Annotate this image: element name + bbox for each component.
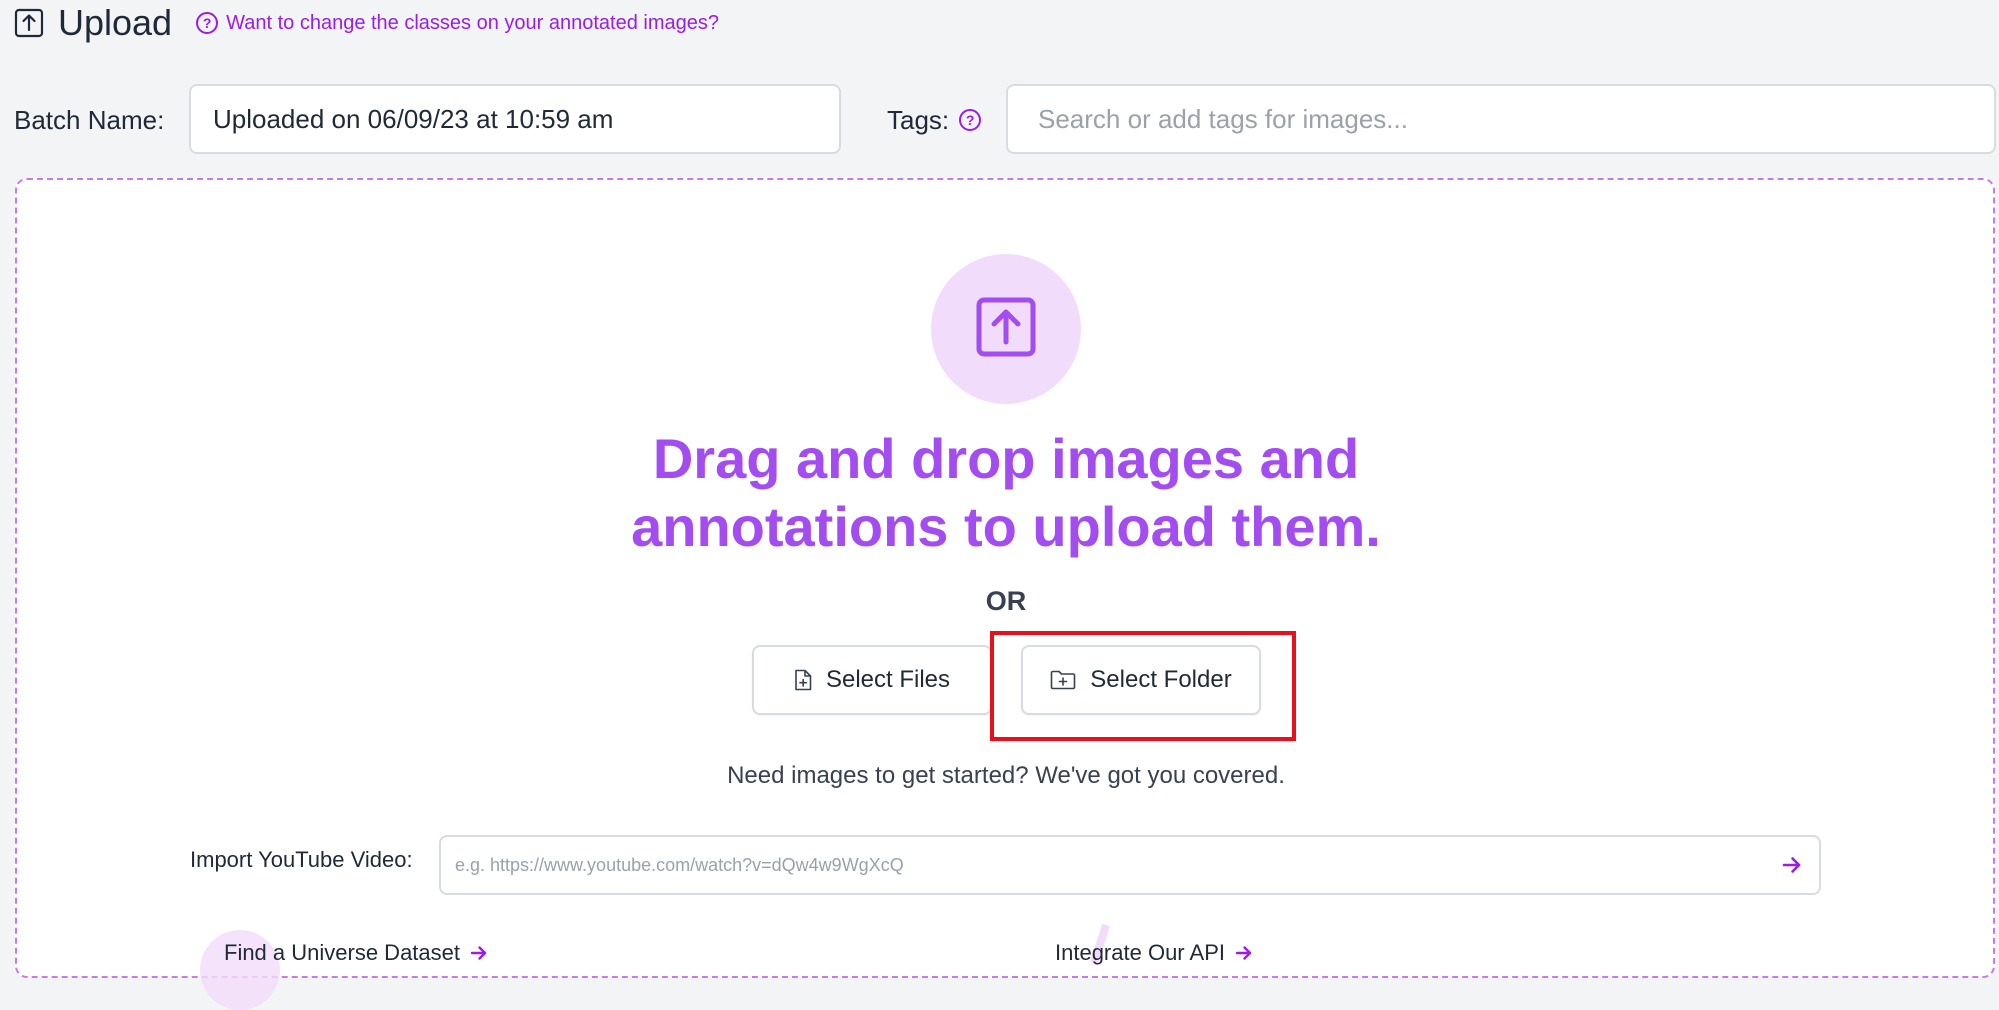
tags-label-group: Tags: ? (887, 84, 982, 156)
tags-label: Tags: (887, 104, 950, 135)
select-files-button[interactable]: Select Files (752, 645, 992, 715)
page-title: Upload (58, 2, 173, 43)
or-divider-text: OR (985, 586, 1027, 616)
youtube-import-label: Import YouTube Video: (190, 847, 413, 872)
find-universe-dataset-label: Find a Universe Dataset (224, 940, 460, 965)
help-link-text: Want to change the classes on your annot… (226, 11, 719, 34)
integrate-api-link[interactable]: Integrate Our API (1055, 940, 1253, 966)
youtube-url-input[interactable] (441, 837, 1765, 893)
arrow-right-icon (470, 945, 488, 961)
upload-illustration (931, 254, 1081, 404)
upload-icon (14, 8, 44, 38)
youtube-input-group (439, 835, 1821, 895)
upload-icon (975, 296, 1037, 363)
integrate-api-label: Integrate Our API (1055, 940, 1225, 965)
dropzone-title: Drag and drop images and annotations to … (500, 425, 1512, 561)
annotation-highlight-box (990, 631, 1296, 741)
question-circle-icon: ? (196, 12, 219, 34)
tags-help-icon[interactable]: ? (959, 109, 982, 131)
arrow-right-icon (1235, 945, 1253, 961)
select-files-label: Select Files (825, 666, 951, 693)
find-universe-dataset-link[interactable]: Find a Universe Dataset (224, 940, 488, 966)
batch-name-row: Batch Name: (14, 84, 180, 156)
page-header: Upload ? Want to change the classes on y… (14, 0, 719, 46)
tags-input[interactable] (1006, 84, 1996, 154)
batch-name-input[interactable] (189, 84, 841, 154)
dropzone-title-line-2: annotations to upload them. (631, 495, 1381, 558)
dropzone-title-line-1: Drag and drop images and (652, 427, 1360, 490)
change-classes-help-link[interactable]: ? Want to change the classes on your ann… (196, 12, 719, 35)
batch-name-label: Batch Name: (14, 104, 165, 135)
file-plus-icon (794, 669, 812, 691)
need-images-text: Need images to get started? We've got yo… (727, 762, 1285, 789)
arrow-right-icon[interactable] (1765, 837, 1819, 893)
